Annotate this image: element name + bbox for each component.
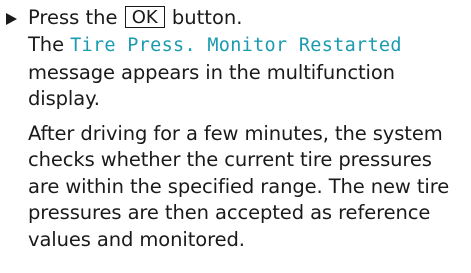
step-bullet-icon: [6, 13, 17, 25]
step-line: Press the OK button.: [6, 4, 466, 32]
display-message-text: Tire Press. Monitor Restarted: [70, 35, 402, 56]
result-text-after: message appears in the multifunction dis…: [28, 60, 395, 111]
instruction-step: Press the OK button. The Tire Press. Mon…: [6, 4, 466, 253]
step-text: Press the OK button.: [28, 4, 242, 32]
note-paragraph: After driving for a few minutes, the sys…: [28, 121, 450, 251]
ok-key-label: OK: [124, 6, 165, 28]
manual-page: Press the OK button. The Tire Press. Mon…: [0, 0, 471, 273]
step-text-before: Press the: [28, 6, 124, 29]
step-text-after: button.: [165, 6, 243, 29]
result-paragraph: The Tire Press. Monitor Restarted messag…: [28, 32, 466, 113]
result-text-before: The: [28, 33, 71, 56]
